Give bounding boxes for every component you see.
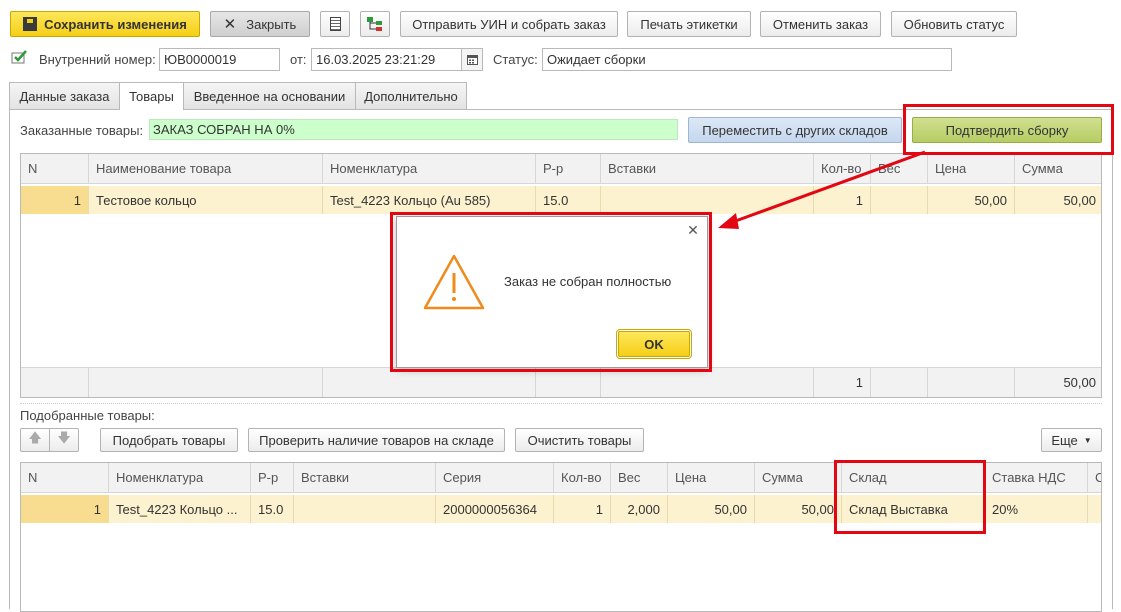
cell-nomenclature: Test_4223 Кольцо (Au 585): [323, 186, 536, 214]
calendar-button[interactable]: [461, 49, 482, 70]
structure-icon: [367, 17, 382, 31]
cell-nomenclature: Test_4223 Кольцо ...: [109, 495, 251, 523]
cell-price: 50,00: [668, 495, 755, 523]
save-icon: [23, 17, 38, 31]
calendar-icon: [466, 55, 478, 65]
tab-based-on[interactable]: Введенное на основании: [183, 82, 356, 109]
annotation-arrow: [718, 150, 926, 229]
date-field[interactable]: 16.03.2025 23:21:29: [311, 48, 483, 71]
posted-document-icon: [11, 50, 27, 64]
picked-goods-table: N Номенклатура Р-р Вставки Серия Кол-во …: [20, 462, 1102, 612]
close-button[interactable]: ✕ Закрыть: [210, 11, 310, 37]
send-uin-button[interactable]: Отправить УИН и собрать заказ: [400, 11, 618, 37]
cell-warehouse: Склад Выставка: [842, 495, 985, 523]
arrow-down-icon: 🡇: [57, 430, 71, 445]
ordered-goods-label: Заказанные товары:: [20, 123, 144, 138]
cell-series: 2000000056364: [436, 495, 554, 523]
column-header-sum[interactable]: Сумма: [755, 463, 842, 493]
cell-size: 15.0: [536, 186, 601, 214]
column-header-size[interactable]: Р-р: [536, 154, 601, 184]
confirm-assembly-button[interactable]: Подтвердить сборку: [912, 117, 1102, 143]
picked-goods-label: Подобранные товары:: [20, 408, 155, 423]
column-header-inserts[interactable]: Вставки: [294, 463, 436, 493]
warning-dialog: ✕ Заказ не собран полностью OK: [396, 216, 708, 368]
tab-additional[interactable]: Дополнительно: [355, 82, 467, 109]
refresh-status-button[interactable]: Обновить статус: [891, 11, 1017, 37]
cell-price: 50,00: [928, 186, 1015, 214]
save-button-label: Сохранить изменения: [44, 16, 187, 32]
date-value: 16.03.2025 23:21:29: [316, 52, 436, 67]
column-header-warehouse[interactable]: Склад: [842, 463, 985, 493]
cell-n: 1: [21, 495, 109, 523]
cell-n: 1: [21, 186, 89, 214]
column-header-vat[interactable]: Ставка НДС: [985, 463, 1088, 493]
cell-weight: 2,000: [611, 495, 668, 523]
cell-sum: 50,00: [755, 495, 842, 523]
status-field: Ожидает сборки: [542, 48, 952, 71]
tab-order-data[interactable]: Данные заказа: [9, 82, 120, 109]
cell-sum: 50,00: [1015, 186, 1101, 214]
cell-qty: 1: [554, 495, 611, 523]
close-button-label: Закрыть: [246, 16, 297, 32]
column-header-series[interactable]: Серия: [436, 463, 554, 493]
column-header-price[interactable]: Цена: [668, 463, 755, 493]
section-divider: [20, 403, 1102, 404]
structure-icon-button[interactable]: [360, 11, 390, 37]
footer-qty-total: 1: [814, 367, 871, 397]
column-header-size[interactable]: Р-р: [251, 463, 294, 493]
column-header-nomenclature[interactable]: Номенклатура: [323, 154, 536, 184]
clear-goods-button[interactable]: Очистить товары: [515, 428, 644, 452]
column-header-n[interactable]: N: [21, 463, 109, 493]
column-header-name[interactable]: Наименование товара: [89, 154, 323, 184]
footer-sum-total: 50,00: [1015, 367, 1101, 397]
column-header-extra[interactable]: С: [1088, 463, 1101, 493]
save-button[interactable]: Сохранить изменения: [10, 11, 200, 37]
more-button-label: Еще: [1051, 432, 1078, 448]
date-from-label: от:: [290, 52, 307, 67]
cell-extra: [1088, 495, 1101, 523]
column-header-n[interactable]: N: [21, 154, 89, 184]
assembly-progress: ЗАКАЗ СОБРАН НА 0%: [149, 119, 678, 140]
check-stock-button[interactable]: Проверить наличие товаров на складе: [248, 428, 505, 452]
ok-button[interactable]: OK: [618, 331, 690, 357]
cell-inserts: [294, 495, 436, 523]
document-icon-button[interactable]: [320, 11, 350, 37]
close-icon: ✕: [223, 16, 237, 33]
dialog-message: Заказ не собран полностью: [504, 274, 672, 289]
cell-vat: 20%: [985, 495, 1088, 523]
internal-number-field[interactable]: ЮВ0000019: [159, 48, 280, 71]
column-header-sum[interactable]: Сумма: [1015, 154, 1101, 184]
move-up-button[interactable]: 🡅: [20, 428, 50, 452]
pick-goods-button[interactable]: Подобрать товары: [100, 428, 238, 452]
dialog-close-button[interactable]: ✕: [685, 221, 701, 239]
tab-goods[interactable]: Товары: [119, 82, 184, 110]
cell-name: Тестовое кольцо: [89, 186, 323, 214]
column-header-nomenclature[interactable]: Номенклатура: [109, 463, 251, 493]
cancel-order-button[interactable]: Отменить заказ: [760, 11, 881, 37]
print-labels-button[interactable]: Печать этикетки: [627, 11, 751, 37]
arrow-up-icon: 🡅: [28, 430, 42, 445]
column-header-qty[interactable]: Кол-во: [554, 463, 611, 493]
move-down-button[interactable]: 🡇: [49, 428, 79, 452]
column-header-weight[interactable]: Вес: [611, 463, 668, 493]
document-icon: [329, 17, 341, 31]
warning-icon: [423, 254, 485, 310]
internal-number-label: Внутренний номер:: [39, 52, 156, 67]
status-label: Статус:: [493, 52, 538, 67]
cell-size: 15.0: [251, 495, 294, 523]
close-icon: ✕: [687, 221, 699, 238]
more-button[interactable]: Еще ▼: [1041, 428, 1102, 452]
chevron-down-icon: ▼: [1083, 435, 1092, 445]
column-header-price[interactable]: Цена: [928, 154, 1015, 184]
